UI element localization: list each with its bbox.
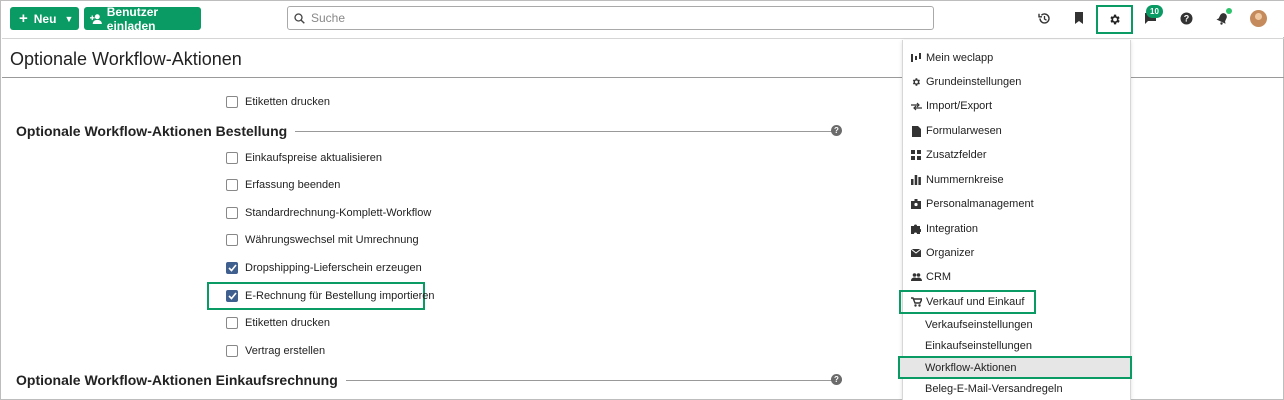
mail-icon bbox=[910, 249, 922, 257]
menu-item-mein-weclapp[interactable]: Mein weclapp bbox=[910, 52, 993, 64]
search-input[interactable] bbox=[311, 11, 911, 25]
checkbox-checked[interactable] bbox=[226, 262, 238, 274]
chat-badge: 10 bbox=[1146, 5, 1163, 18]
checkbox[interactable] bbox=[226, 317, 238, 329]
menu-item-grundeinstellungen[interactable]: Grundeinstellungen bbox=[910, 76, 1021, 88]
checkbox[interactable] bbox=[226, 96, 238, 108]
checkbox[interactable] bbox=[226, 207, 238, 219]
section-title: Optionale Workflow-Aktionen Einkaufsrech… bbox=[16, 372, 338, 388]
checkmark-icon bbox=[227, 292, 237, 300]
option-label: Dropshipping-Lieferschein erzeugen bbox=[245, 262, 422, 274]
menu-item-label: Verkauf und Einkauf bbox=[926, 296, 1025, 308]
menu-item-integration[interactable]: Integration bbox=[910, 223, 978, 235]
menu-item-label: CRM bbox=[926, 271, 952, 283]
menu-item-label: Personalmanagement bbox=[926, 198, 1034, 210]
option-label: Währungswechsel mit Umrechnung bbox=[245, 234, 419, 246]
import-export-icon bbox=[910, 102, 922, 111]
menu-item-import-export[interactable]: Import/Export bbox=[910, 100, 992, 112]
menu-item-label: Import/Export bbox=[926, 100, 993, 112]
option-label: Etiketten drucken bbox=[245, 317, 330, 329]
section-heading-einkaufsrechnung: Optionale Workflow-Aktionen Einkaufsrech… bbox=[16, 372, 842, 388]
option-label: Etiketten drucken bbox=[245, 96, 330, 108]
option-row[interactable]: Währungswechsel mit Umrechnung bbox=[226, 234, 419, 246]
bookmark-icon[interactable] bbox=[1071, 10, 1087, 26]
section-title: Optionale Workflow-Aktionen Bestellung bbox=[16, 123, 288, 139]
document-icon bbox=[910, 125, 922, 137]
settings-button[interactable] bbox=[1096, 5, 1133, 34]
menu-item-label: Zusatzfelder bbox=[926, 149, 987, 161]
menu-item-nummernkreise[interactable]: Nummernkreise bbox=[910, 174, 1004, 186]
invite-user-label: Benutzer einladen bbox=[106, 4, 159, 33]
option-row[interactable]: Standardrechnung-Komplett-Workflow bbox=[226, 207, 431, 219]
search-icon bbox=[294, 12, 305, 24]
dashboard-icon bbox=[910, 53, 922, 63]
fields-icon bbox=[910, 150, 922, 160]
menu-item-organizer[interactable]: Organizer bbox=[910, 247, 974, 259]
menu-item-label: Organizer bbox=[926, 247, 975, 259]
checkbox[interactable] bbox=[226, 152, 238, 164]
checkbox-checked[interactable] bbox=[226, 290, 238, 302]
top-toolbar: + Neu ▼ Benutzer einladen 10 ? bbox=[2, 1, 1284, 37]
option-row[interactable]: E-Rechnung für Bestellung importieren bbox=[226, 290, 435, 302]
checkbox[interactable] bbox=[226, 345, 238, 357]
checkbox[interactable] bbox=[226, 179, 238, 191]
submenu-item-workflow-aktionen[interactable]: Workflow-Aktionen bbox=[925, 362, 1017, 374]
checkmark-icon bbox=[227, 264, 237, 272]
menu-item-label: Grundeinstellungen bbox=[926, 76, 1022, 88]
puzzle-icon bbox=[910, 224, 922, 234]
bar-chart-icon bbox=[910, 175, 922, 185]
option-label: Standardrechnung-Komplett-Workflow bbox=[245, 207, 432, 219]
help-icon[interactable]: ? bbox=[831, 374, 842, 385]
help-icon[interactable]: ? bbox=[1178, 10, 1194, 26]
option-row[interactable]: Erfassung beenden bbox=[226, 179, 340, 191]
checkbox[interactable] bbox=[226, 234, 238, 246]
menu-item-label: Nummernkreise bbox=[926, 174, 1004, 186]
menu-item-label: Mein weclapp bbox=[926, 52, 994, 64]
option-label: Einkaufspreise aktualisieren bbox=[245, 152, 382, 164]
page-title: Optionale Workflow-Aktionen bbox=[10, 49, 242, 69]
menu-item-label: Integration bbox=[926, 223, 978, 235]
plus-icon: + bbox=[19, 10, 28, 27]
new-button[interactable]: + Neu ▼ bbox=[10, 7, 79, 30]
svg-text:?: ? bbox=[1183, 13, 1189, 23]
option-row[interactable]: Etiketten drucken bbox=[226, 317, 330, 329]
section-heading-bestellung: Optionale Workflow-Aktionen Bestellung bbox=[16, 123, 834, 139]
submenu-item-beleg-email-versandregeln[interactable]: Beleg-E-Mail-Versandregeln bbox=[925, 383, 1063, 395]
option-row[interactable]: Vertrag erstellen bbox=[226, 345, 325, 357]
menu-item-formularwesen[interactable]: Formularwesen bbox=[910, 125, 1002, 137]
option-label: Vertrag erstellen bbox=[245, 345, 326, 357]
gear-icon bbox=[910, 77, 922, 87]
option-row[interactable]: Einkaufspreise aktualisieren bbox=[226, 152, 382, 164]
notification-dot bbox=[1226, 8, 1232, 14]
search-bar[interactable] bbox=[287, 6, 934, 30]
submenu-item-verkaufseinstellungen[interactable]: Verkaufseinstellungen bbox=[925, 319, 1033, 331]
help-icon[interactable]: ? bbox=[831, 125, 842, 136]
invite-user-button[interactable]: Benutzer einladen bbox=[84, 4, 201, 33]
add-user-icon bbox=[90, 13, 102, 24]
menu-item-label: Formularwesen bbox=[926, 125, 1002, 137]
section-divider bbox=[345, 379, 842, 381]
menu-item-verkauf-und-einkauf[interactable]: Verkauf und Einkauf bbox=[910, 296, 1024, 308]
menu-item-zusatzfelder[interactable]: Zusatzfelder bbox=[910, 149, 987, 161]
section-divider bbox=[295, 130, 834, 132]
option-label: Erfassung beenden bbox=[245, 179, 341, 191]
cart-icon bbox=[910, 297, 922, 307]
app-frame: + Neu ▼ Benutzer einladen 10 ? bbox=[0, 0, 1284, 400]
id-badge-icon bbox=[910, 199, 922, 209]
menu-item-personalmanagement[interactable]: Personalmanagement bbox=[910, 198, 1034, 210]
chevron-down-icon: ▼ bbox=[64, 13, 74, 24]
option-label: E-Rechnung für Bestellung importieren bbox=[245, 290, 435, 302]
option-row[interactable]: Dropshipping-Lieferschein erzeugen bbox=[226, 262, 422, 274]
new-button-label: Neu bbox=[33, 11, 57, 26]
gear-icon bbox=[1110, 14, 1120, 25]
submenu-item-einkaufseinstellungen[interactable]: Einkaufseinstellungen bbox=[925, 340, 1032, 352]
avatar[interactable] bbox=[1250, 10, 1267, 27]
option-row[interactable]: Etiketten drucken bbox=[226, 96, 330, 108]
history-icon[interactable] bbox=[1036, 10, 1052, 26]
menu-item-crm[interactable]: CRM bbox=[910, 271, 951, 283]
users-icon bbox=[910, 273, 922, 281]
